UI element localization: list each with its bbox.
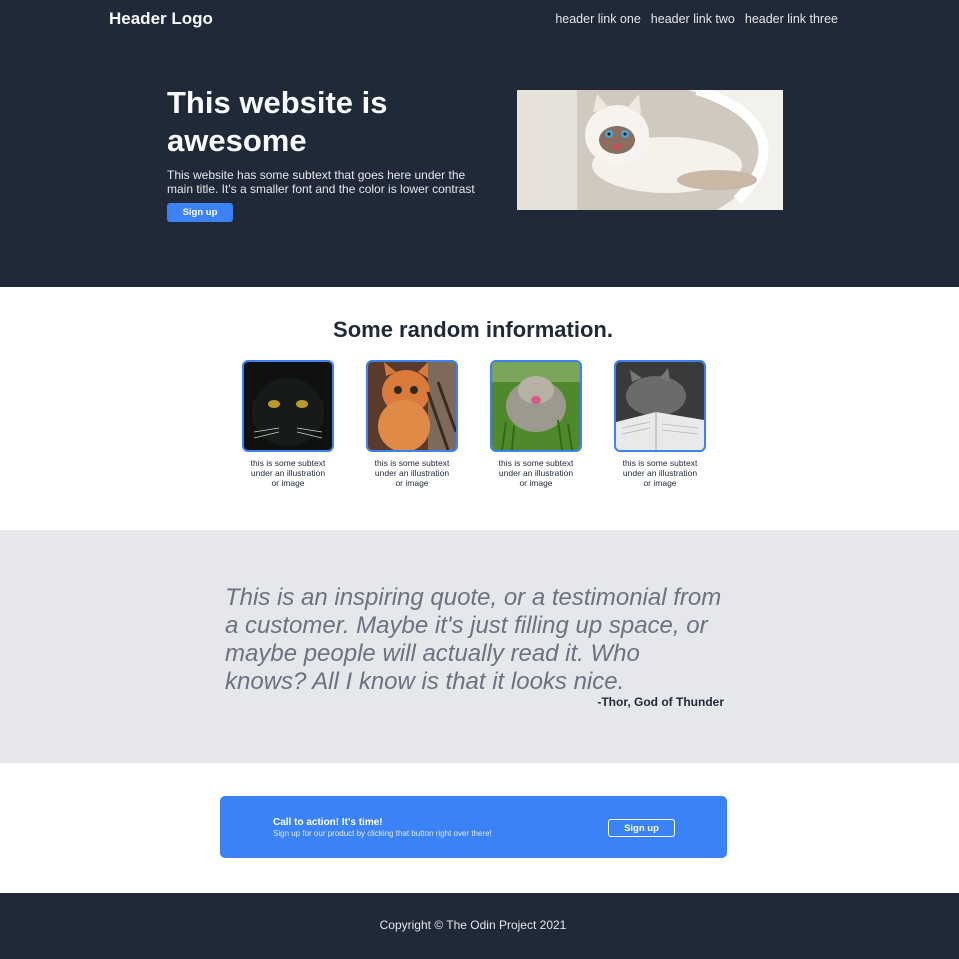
cat-with-book-image: [614, 360, 706, 452]
cat-in-grass-image: [490, 360, 582, 452]
header-logo[interactable]: Header Logo: [109, 9, 213, 29]
orange-kitten-image: [366, 360, 458, 452]
header-links: header link one header link two header l…: [555, 12, 838, 26]
header-link-two[interactable]: header link two: [651, 12, 735, 26]
cat-with-book-illustration: [616, 362, 704, 450]
hero-cat-image: [517, 90, 783, 210]
cta-title: Call to action! It's time!: [273, 817, 383, 828]
black-cat-illustration: [244, 362, 332, 450]
info-card: this is some subtext under an illustrati…: [614, 360, 706, 488]
info-card: this is some subtext under an illustrati…: [366, 360, 458, 488]
quote-author: -Thor, God of Thunder: [597, 695, 724, 709]
hero-cat-illustration: [517, 90, 783, 210]
footer-copyright: Copyright © The Odin Project 2021: [379, 918, 567, 932]
hero-title: This website is awesome: [167, 85, 388, 158]
black-cat-image: [242, 360, 334, 452]
cta-box: Call to action! It's time! Sign up for o…: [220, 796, 727, 858]
info-card: this is some subtext under an illustrati…: [242, 360, 334, 488]
card-subtext: this is some subtext under an illustrati…: [622, 458, 698, 488]
testimonial-quote: This is an inspiring quote, or a testimo…: [225, 584, 722, 695]
cta-subtext: Sign up for our product by clicking that…: [273, 829, 492, 838]
quote-section: This is an inspiring quote, or a testimo…: [0, 530, 959, 763]
header-link-three[interactable]: header link three: [745, 12, 838, 26]
info-section: Some random information. this is some su…: [0, 287, 959, 530]
hero-signup-button[interactable]: Sign up: [167, 203, 233, 222]
card-subtext: this is some subtext under an illustrati…: [374, 458, 450, 488]
info-card: this is some subtext under an illustrati…: [490, 360, 582, 488]
header-link-one[interactable]: header link one: [555, 12, 640, 26]
footer: Copyright © The Odin Project 2021: [0, 893, 959, 959]
cta-section: Call to action! It's time! Sign up for o…: [0, 763, 959, 893]
hero-section: Header Logo header link one header link …: [0, 0, 959, 287]
card-subtext: this is some subtext under an illustrati…: [250, 458, 326, 488]
card-subtext: this is some subtext under an illustrati…: [498, 458, 574, 488]
cat-in-grass-illustration: [492, 362, 580, 450]
info-title: Some random information.: [333, 317, 613, 342]
cta-signup-button[interactable]: Sign up: [608, 819, 675, 837]
hero-subtext: This website has some subtext that goes …: [167, 168, 475, 196]
orange-kitten-illustration: [368, 362, 456, 450]
header-nav: Header Logo header link one header link …: [0, 0, 959, 40]
hero-content: This website is awesome This website has…: [167, 84, 487, 222]
